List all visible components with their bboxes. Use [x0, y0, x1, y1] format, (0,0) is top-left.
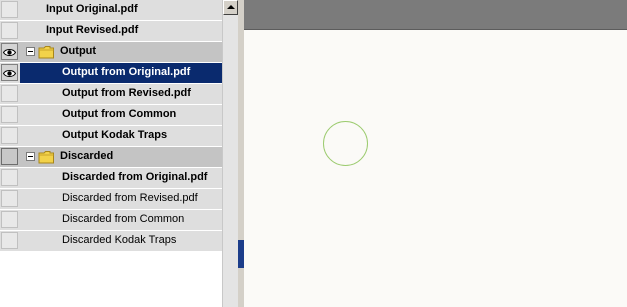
- layers-scrollbar[interactable]: [222, 0, 238, 307]
- visibility-toggle[interactable]: [1, 43, 18, 60]
- layer-label: Output from Common: [62, 108, 177, 120]
- visibility-toggle[interactable]: [1, 1, 18, 18]
- layer-label: Discarded from Original.pdf: [62, 171, 208, 183]
- folder-icon: [38, 45, 55, 59]
- layer-label-area[interactable]: Output from Original.pdf: [20, 63, 222, 83]
- layer-label-area[interactable]: Input Revised.pdf: [20, 21, 222, 41]
- layer-row[interactable]: Input Revised.pdf: [0, 21, 222, 42]
- visibility-toggle[interactable]: [1, 127, 18, 144]
- eye-icon: [2, 47, 17, 56]
- layer-label-area[interactable]: Discarded: [20, 147, 222, 167]
- layer-label: Input Original.pdf: [46, 3, 138, 15]
- layer-row[interactable]: Discarded from Revised.pdf: [0, 189, 222, 210]
- collapse-minus-icon[interactable]: [26, 152, 35, 161]
- layer-label: Discarded Kodak Traps: [62, 234, 177, 246]
- layer-label: Discarded from Revised.pdf: [62, 192, 198, 204]
- visibility-toggle[interactable]: [1, 169, 18, 186]
- eye-icon: [2, 68, 17, 77]
- visibility-toggle[interactable]: [1, 64, 18, 81]
- layer-label-area[interactable]: Discarded from Common: [20, 210, 222, 230]
- layer-label-area[interactable]: Output from Common: [20, 105, 222, 125]
- layer-row[interactable]: Input Original.pdf: [0, 0, 222, 21]
- layers-panel: Input Original.pdf Input Revised.pdf Outpu…: [0, 0, 222, 307]
- layer-group-row[interactable]: Discarded: [0, 147, 222, 168]
- visibility-toggle[interactable]: [1, 106, 18, 123]
- document-view-gray-margin: [244, 0, 627, 30]
- layer-row[interactable]: Discarded Kodak Traps: [0, 231, 222, 252]
- scroll-up-button[interactable]: [223, 0, 238, 15]
- layer-label-area[interactable]: Output from Revised.pdf: [20, 84, 222, 104]
- folder-icon: [38, 150, 55, 164]
- layer-group-label: Discarded: [60, 150, 114, 162]
- layer-label: Discarded from Common: [62, 213, 185, 225]
- visibility-toggle[interactable]: [1, 148, 18, 165]
- layer-label-area[interactable]: Discarded from Original.pdf: [20, 168, 222, 188]
- visibility-toggle[interactable]: [1, 211, 18, 228]
- document-view[interactable]: [244, 0, 627, 307]
- layer-group-row[interactable]: Output: [0, 42, 222, 63]
- layer-label: Output from Original.pdf: [62, 66, 191, 78]
- layer-list: Input Original.pdf Input Revised.pdf Outpu…: [0, 0, 222, 252]
- layer-group-label: Output: [60, 45, 97, 57]
- circle-shape[interactable]: [323, 121, 368, 166]
- layer-row[interactable]: Output Kodak Traps: [0, 126, 222, 147]
- visibility-toggle[interactable]: [1, 190, 18, 207]
- document-page[interactable]: [244, 30, 627, 307]
- scroll-up-arrow-icon: [227, 5, 235, 9]
- layer-row[interactable]: Output from Original.pdf: [0, 63, 222, 84]
- visibility-toggle[interactable]: [1, 232, 18, 249]
- layer-label-area[interactable]: Output Kodak Traps: [20, 126, 222, 146]
- layer-label: Input Revised.pdf: [46, 24, 139, 36]
- collapse-minus-icon[interactable]: [26, 47, 35, 56]
- layer-label-area[interactable]: Input Original.pdf: [20, 0, 222, 20]
- layer-label-area[interactable]: Discarded Kodak Traps: [20, 231, 222, 251]
- layer-label-area[interactable]: Output: [20, 42, 222, 62]
- layer-label-area[interactable]: Discarded from Revised.pdf: [20, 189, 222, 209]
- layer-row[interactable]: Discarded from Original.pdf: [0, 168, 222, 189]
- layer-label: Output Kodak Traps: [62, 129, 168, 141]
- layer-row[interactable]: Output from Revised.pdf: [0, 84, 222, 105]
- visibility-toggle[interactable]: [1, 22, 18, 39]
- layer-label: Output from Revised.pdf: [62, 87, 191, 99]
- visibility-toggle[interactable]: [1, 85, 18, 102]
- layer-row[interactable]: Output from Common: [0, 105, 222, 126]
- layer-row[interactable]: Discarded from Common: [0, 210, 222, 231]
